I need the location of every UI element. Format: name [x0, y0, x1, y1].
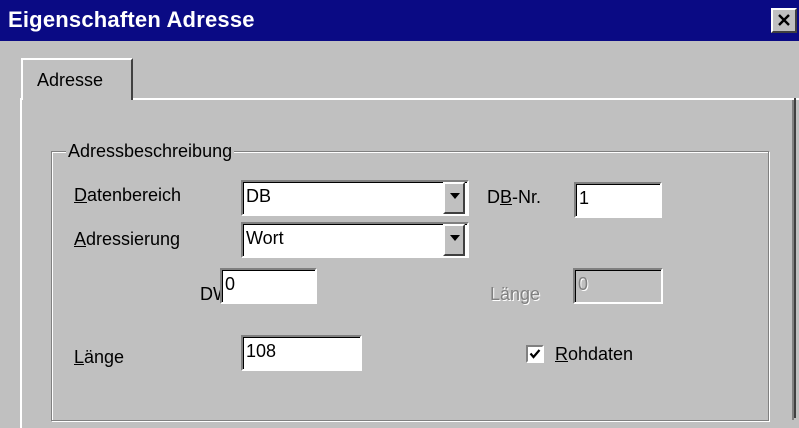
adressierung-select[interactable]: Wort [241, 222, 469, 258]
dw-value: 0 [225, 274, 236, 294]
laenge-value: 108 [246, 341, 277, 361]
group-title: Adressbeschreibung [66, 140, 235, 162]
datenbereich-dropdown-button[interactable] [443, 182, 465, 214]
tab-adresse-label: Adresse [37, 70, 104, 90]
close-icon [778, 14, 790, 26]
laenge-input[interactable]: 108 [241, 335, 362, 371]
checkmark-icon [529, 349, 541, 359]
adressierung-label: Adressierung [74, 229, 181, 249]
rohdaten-checkbox[interactable] [526, 345, 544, 363]
title-bar: Eigenschaften Adresse [0, 0, 799, 41]
datenbereich-select[interactable]: DB [241, 180, 469, 216]
chevron-down-icon [450, 235, 460, 241]
laenge-label: Länge [74, 347, 125, 367]
db-nr-input[interactable]: 1 [574, 182, 662, 218]
laenge-disabled-input: 0 [573, 268, 663, 304]
db-nr-value: 1 [579, 188, 590, 208]
adressierung-dropdown-button[interactable] [443, 224, 465, 256]
rohdaten-label[interactable]: Rohdaten [555, 343, 633, 365]
datenbereich-value: DB [246, 186, 272, 206]
window-title: Eigenschaften Adresse [8, 7, 255, 32]
tab-joint [23, 96, 131, 100]
tab-adresse[interactable]: Adresse [21, 58, 133, 100]
laenge-disabled-label: Länge [490, 284, 541, 304]
close-button[interactable] [771, 8, 797, 33]
db-nr-label: DB-Nr. [487, 187, 542, 207]
laenge-disabled-value: 0 [578, 274, 589, 294]
datenbereich-label: Datenbereich [74, 185, 182, 205]
adressierung-value: Wort [246, 228, 284, 248]
chevron-down-icon [450, 193, 460, 199]
dw-input[interactable]: 0 [220, 268, 317, 304]
panel-edge-dark [794, 98, 796, 418]
